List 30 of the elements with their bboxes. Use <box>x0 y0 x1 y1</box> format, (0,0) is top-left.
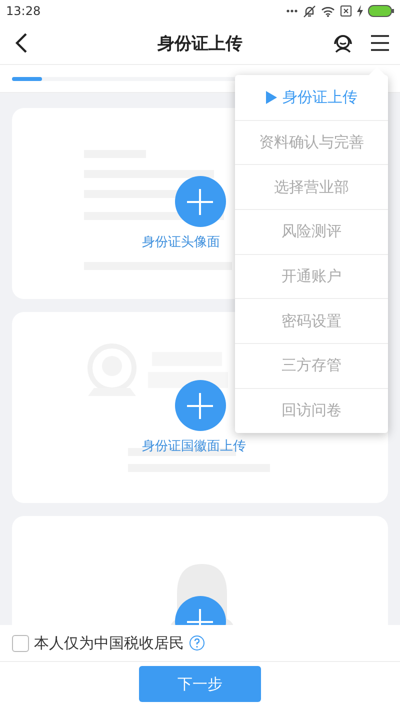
play-icon <box>266 90 276 104</box>
menu-icon[interactable] <box>370 34 390 52</box>
menu-item[interactable]: 开通账户 <box>235 254 388 298</box>
back-icon <box>14 32 28 54</box>
wifi-icon <box>321 6 335 16</box>
battery-icon <box>368 5 394 17</box>
menu-item[interactable]: 选择营业部 <box>235 164 388 210</box>
page-title: 身份证上传 <box>158 32 242 54</box>
headset-icon[interactable] <box>332 32 354 54</box>
checkbox-label: 本人仅为中国税收居民 <box>34 634 184 652</box>
menu-item[interactable]: 资料确认与完善 <box>235 120 388 164</box>
menu-item[interactable]: 身份证上传 <box>235 75 388 120</box>
charging-icon <box>357 5 363 17</box>
more-icon <box>286 9 298 13</box>
sim-off-icon <box>340 5 352 17</box>
add-button[interactable] <box>174 380 226 431</box>
menu-item[interactable]: 密码设置 <box>235 298 388 344</box>
help-icon[interactable] <box>189 635 205 651</box>
plus-icon <box>187 392 213 418</box>
menu-item[interactable]: 三方存管 <box>235 343 388 388</box>
status-time: 13:28 <box>6 4 41 18</box>
upload-label: 身份证国徽面上传 <box>142 439 246 454</box>
add-button[interactable] <box>174 176 226 227</box>
menu-item[interactable]: 回访问卷 <box>235 388 388 432</box>
bell-off-icon <box>303 4 316 18</box>
next-button[interactable]: 下一步 <box>139 666 261 702</box>
checkbox[interactable] <box>12 634 29 652</box>
plus-icon <box>187 188 213 214</box>
menu-item[interactable]: 风险测评 <box>235 209 388 254</box>
upload-label: 身份证头像面 <box>142 235 220 250</box>
